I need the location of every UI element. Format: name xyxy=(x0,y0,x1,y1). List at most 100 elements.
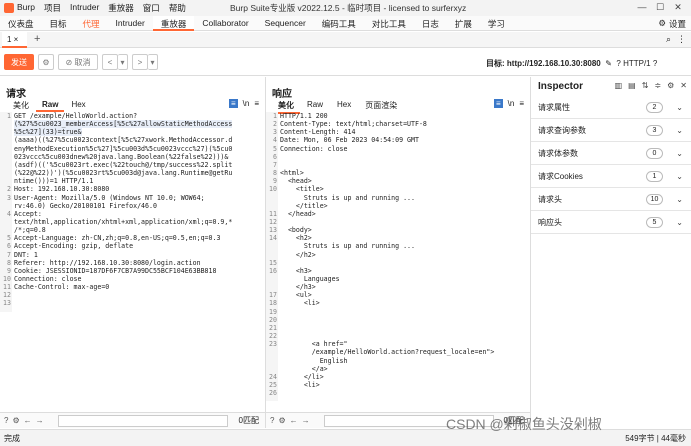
newline-icon[interactable]: \n xyxy=(508,99,515,108)
line-number: 6 xyxy=(273,152,277,161)
line-number: 7 xyxy=(273,160,277,169)
target-info: 目标: http://192.168.10.30:8080 ✎ ? HTTP/1… xyxy=(486,58,657,69)
code-line: Languages xyxy=(280,275,340,283)
code-line: <ul> xyxy=(280,291,312,300)
main-tab[interactable]: 日志 xyxy=(414,16,447,31)
help-icon[interactable]: ? xyxy=(653,59,657,68)
main-tab[interactable]: 扩展 xyxy=(447,16,480,31)
inspector-row[interactable]: 请求头 10 ⌄ xyxy=(531,188,691,211)
line-number: 12 xyxy=(269,217,277,226)
back-icon[interactable]: ← xyxy=(24,416,32,425)
chevron-down-icon[interactable]: ⌄ xyxy=(676,103,683,112)
main-tab[interactable]: 代理 xyxy=(75,16,108,31)
editor-tab[interactable]: Raw xyxy=(36,99,65,112)
menu-icon[interactable]: ≡ xyxy=(254,99,259,108)
layout-icon[interactable]: ▤ xyxy=(628,81,636,90)
help-icon[interactable]: ? xyxy=(270,416,274,425)
code-line: Host: 192.168.10.30:8080 xyxy=(14,185,110,194)
request-search-input[interactable] xyxy=(58,414,228,427)
editor-tab[interactable]: Hex xyxy=(64,99,92,112)
menu-item[interactable]: Burp xyxy=(17,2,35,14)
close-icon[interactable]: ✕ xyxy=(680,81,687,90)
menu-icon[interactable]: ⋮ xyxy=(677,34,686,45)
repeater-tabs: 1 × + ⌕ ⋮ xyxy=(0,32,691,48)
cancel-button[interactable]: ⊘ 取消 xyxy=(58,54,98,70)
response-editor[interactable]: 1 HTTP/1.1 200 2 Content-Type: text/html;ch… xyxy=(266,112,530,412)
gear-icon[interactable]: ⚙ xyxy=(667,81,674,90)
menu-item[interactable]: Intruder xyxy=(70,2,99,14)
code-line: </h3> xyxy=(280,283,316,292)
inspector-row-label: 请求头 xyxy=(538,194,562,204)
gear-icon[interactable]: ⚙ xyxy=(12,416,19,425)
forward-dropdown-icon[interactable]: ▾ xyxy=(148,54,158,70)
inspector-row[interactable]: 响应头 5 ⌄ xyxy=(531,211,691,234)
inspector-row[interactable]: 请求体参数 0 ⌄ xyxy=(531,142,691,165)
inspector-row[interactable]: 请求查询参数 3 ⌄ xyxy=(531,119,691,142)
send-button[interactable]: 发送 xyxy=(4,54,34,70)
help-icon[interactable]: ? xyxy=(616,59,620,68)
forward-icon[interactable]: → xyxy=(302,416,310,425)
main-tab[interactable]: Intruder xyxy=(108,16,153,31)
editor-tab[interactable]: 美化 xyxy=(6,99,36,112)
chevron-down-icon[interactable]: ⌄ xyxy=(676,149,683,158)
request-editor[interactable]: 1 GET /example/HelloWorld.action? (%27%5cu… xyxy=(0,112,265,412)
gear-icon[interactable]: ⚙ xyxy=(38,54,54,70)
back-icon[interactable]: ← xyxy=(290,416,298,425)
code-line: %5c%27](33)=true& xyxy=(14,128,82,137)
search-icon[interactable]: ⌕ xyxy=(666,34,671,45)
main-tab[interactable]: 学习 xyxy=(480,16,513,31)
menu-item[interactable]: 重放器 xyxy=(108,2,134,14)
main-tab[interactable]: Sequencer xyxy=(257,16,314,31)
request-title: 请求 xyxy=(6,89,26,100)
forward-button[interactable]: > xyxy=(132,54,148,70)
main-tab[interactable]: Collaborator xyxy=(194,16,256,31)
back-dropdown-icon[interactable]: ▾ xyxy=(118,54,128,70)
http-version[interactable]: HTTP/1 xyxy=(623,59,651,68)
target-url[interactable]: http://192.168.10.30:8080 xyxy=(507,59,601,68)
tab-1[interactable]: 1 × xyxy=(2,32,27,48)
layout-icon[interactable]: ▥ xyxy=(615,81,623,90)
edit-icon[interactable]: ✎ xyxy=(603,59,614,68)
minimize-icon[interactable]: — xyxy=(633,2,651,13)
menu-item[interactable]: 窗口 xyxy=(143,2,160,14)
inspector-row[interactable]: 请求Cookies 1 ⌄ xyxy=(531,165,691,188)
main-tab[interactable]: 目标 xyxy=(42,16,75,31)
toolbar: 发送 ⚙ ⊘ 取消 < ▾ > ▾ 目标: http://192.168.10.… xyxy=(0,49,691,76)
gear-icon[interactable]: ⚙ xyxy=(658,18,666,30)
line-number: 16 xyxy=(269,266,277,275)
line-number: 21 xyxy=(269,323,277,332)
menu-item[interactable]: 项目 xyxy=(44,2,61,14)
code-line: <title> xyxy=(280,185,324,194)
main-tab[interactable]: 仪表盘 xyxy=(0,16,42,31)
main-tab[interactable]: 对比工具 xyxy=(364,16,414,31)
settings-label[interactable]: 设置 xyxy=(669,18,686,30)
chevron-down-icon[interactable]: ⌄ xyxy=(676,195,683,204)
filter-icon[interactable]: ≑ xyxy=(654,81,661,90)
pretty-toggle-icon[interactable]: ≡ xyxy=(493,99,503,108)
line-number: 7 xyxy=(7,250,11,259)
line-number: 13 xyxy=(269,226,277,235)
menu-item[interactable]: 帮助 xyxy=(169,2,186,14)
pretty-toggle-icon[interactable]: ≡ xyxy=(228,99,238,108)
main-tab[interactable]: 编码工具 xyxy=(314,16,364,31)
add-tab-icon[interactable]: + xyxy=(34,33,40,45)
back-button[interactable]: < xyxy=(102,54,118,70)
code-line: (aaaa)((%27%5cu0023context[%5c%27xwork.M… xyxy=(14,136,233,145)
help-icon[interactable]: ? xyxy=(4,416,8,425)
code-line: /example/HelloWorld.action?request_local… xyxy=(280,348,495,357)
line-number: 11 xyxy=(3,283,11,292)
chevron-down-icon[interactable]: ⌄ xyxy=(676,172,683,181)
menu-icon[interactable]: ≡ xyxy=(519,99,524,108)
newline-icon[interactable]: \n xyxy=(243,99,250,108)
code-line: /*;q=0.8 xyxy=(14,226,46,235)
gear-icon[interactable]: ⚙ xyxy=(278,416,285,425)
close-icon[interactable]: ✕ xyxy=(669,2,687,13)
line-number: 1 xyxy=(273,112,277,120)
sort-icon[interactable]: ⇅ xyxy=(642,81,649,90)
maximize-icon[interactable]: ☐ xyxy=(651,2,669,13)
forward-icon[interactable]: → xyxy=(36,416,44,425)
chevron-down-icon[interactable]: ⌄ xyxy=(676,126,683,135)
main-tab[interactable]: 重放器 xyxy=(152,16,195,31)
inspector-row[interactable]: 请求属性 2 ⌄ xyxy=(531,96,691,119)
chevron-down-icon[interactable]: ⌄ xyxy=(676,218,683,227)
